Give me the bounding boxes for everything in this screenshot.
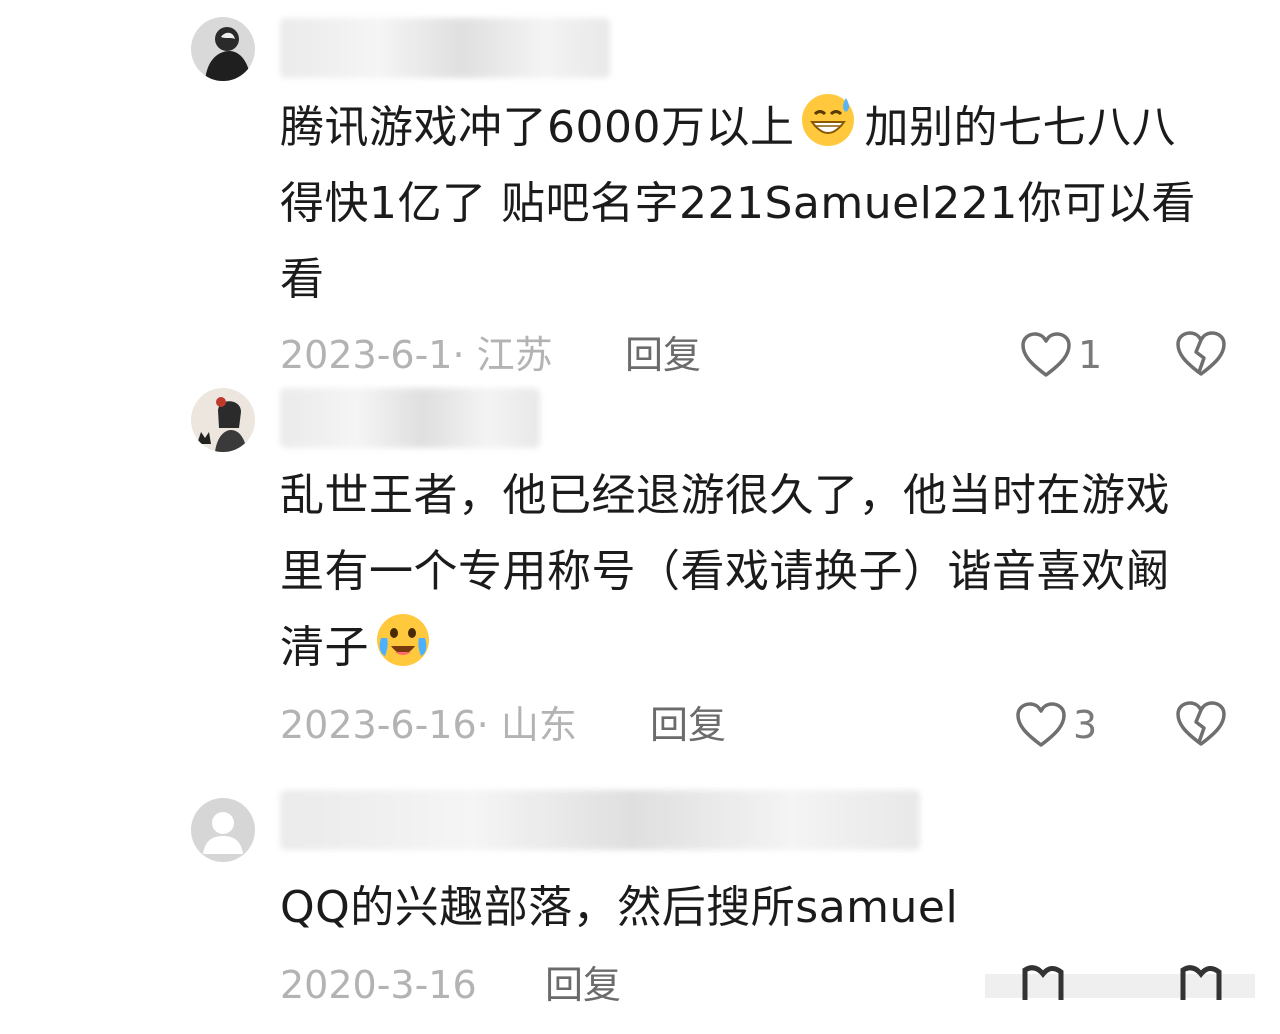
heart-outline-icon bbox=[1016, 702, 1066, 747]
comment-line: 腾讯游戏冲了6000万以上 bbox=[280, 102, 795, 153]
heart-outline-icon bbox=[1021, 332, 1071, 377]
avatar-image bbox=[191, 388, 255, 452]
comment-line: QQ的兴趣部落，然后搜所samuel bbox=[280, 882, 959, 933]
comment-body: 腾讯游戏冲了6000万以上 加别的七七八八 得快1亿了 贴吧名字221Samuel… bbox=[280, 90, 1240, 318]
comment-line: 乱世王者，他已经退游很久了，他当时在游戏 bbox=[280, 470, 1170, 521]
like-button[interactable]: 3 bbox=[1015, 700, 1097, 750]
comment-date-location: 2023-6-16· 山东 bbox=[280, 703, 577, 747]
reply-button[interactable]: 回复 bbox=[625, 330, 701, 380]
reply-button[interactable]: 回复 bbox=[650, 700, 726, 750]
comment-line: 里有一个专用称号（看戏请换子）谐音喜欢阚 bbox=[280, 546, 1170, 597]
like-count: 1 bbox=[1078, 333, 1103, 377]
comment-date-location: 2023-6-1· 江苏 bbox=[280, 333, 553, 377]
comment-date: 2020-3-16 bbox=[280, 963, 477, 1007]
comment-line: 加别的七七八八 bbox=[864, 102, 1176, 153]
avatar[interactable] bbox=[191, 388, 255, 452]
comment-body: 乱世王者，他已经退游很久了，他当时在游戏 里有一个专用称号（看戏请换子）谐音喜欢… bbox=[280, 458, 1240, 686]
broken-heart-icon bbox=[1176, 331, 1226, 376]
username-blurred[interactable] bbox=[280, 388, 540, 448]
grinning-sweat-emoji bbox=[800, 92, 856, 148]
watermark-overlay bbox=[985, 960, 1255, 1004]
crying-laugh-emoji bbox=[375, 612, 431, 668]
like-count: 3 bbox=[1073, 703, 1098, 747]
dislike-button[interactable] bbox=[1175, 700, 1227, 750]
avatar[interactable] bbox=[191, 17, 255, 81]
reply-button[interactable]: 回复 bbox=[545, 960, 621, 1010]
default-user-icon bbox=[191, 798, 255, 862]
comment-line: 清子 bbox=[280, 622, 369, 673]
comment-body: QQ的兴趣部落，然后搜所samuel bbox=[280, 870, 1240, 946]
broken-heart-icon bbox=[1176, 701, 1226, 746]
comment-line: 得快1亿了 贴吧名字221Samuel221你可以看 bbox=[280, 178, 1196, 229]
avatar-image bbox=[191, 17, 255, 81]
like-button[interactable]: 1 bbox=[1020, 330, 1102, 380]
username-blurred[interactable] bbox=[280, 18, 610, 78]
avatar[interactable] bbox=[191, 798, 255, 862]
username-blurred[interactable] bbox=[280, 790, 920, 850]
dislike-button[interactable] bbox=[1175, 330, 1227, 380]
comment-line: 看 bbox=[280, 254, 325, 305]
